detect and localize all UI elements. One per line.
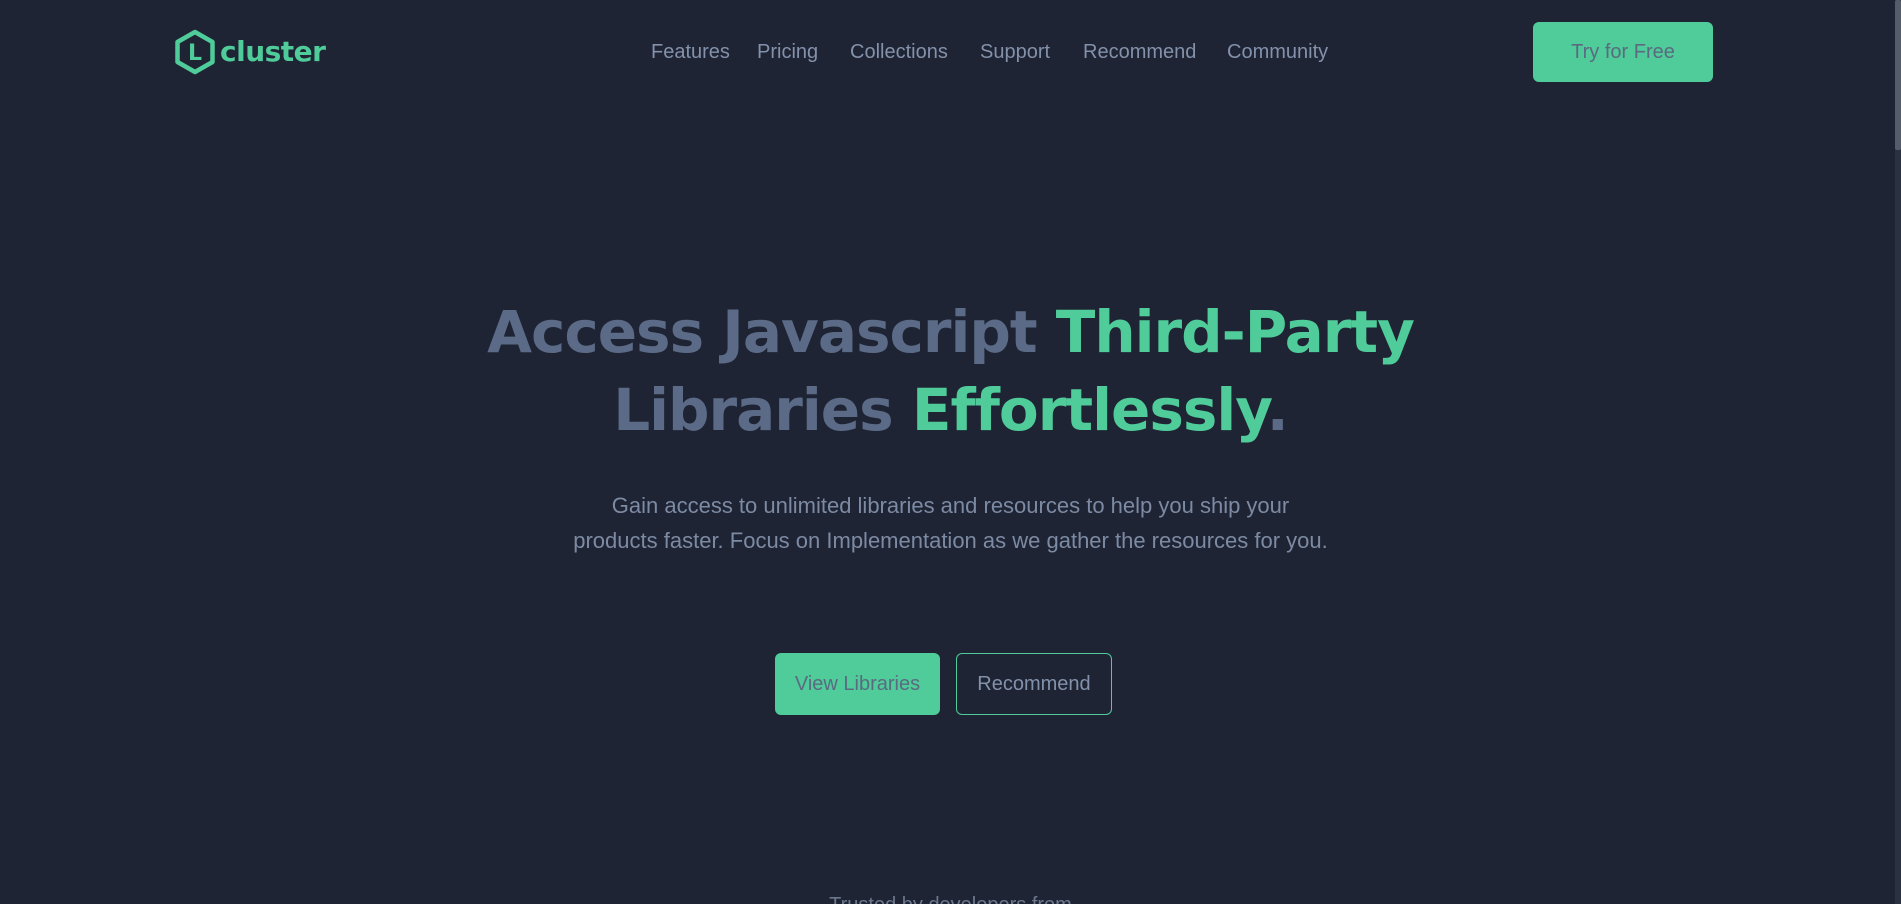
hero-title: Access Javascript Third-Party Libraries … — [0, 293, 1901, 449]
nav-support[interactable]: Support — [980, 38, 1050, 66]
nav-pricing[interactable]: Pricing — [757, 38, 818, 66]
nav-community[interactable]: Community — [1227, 38, 1328, 66]
hero-subtitle: Gain access to unlimited libraries and r… — [573, 493, 1328, 553]
nav-features[interactable]: Features — [651, 38, 730, 66]
scrollbar-thumb[interactable] — [1895, 0, 1901, 150]
hero-title-accent2: Effortlessly — [911, 376, 1268, 444]
try-for-free-button[interactable]: Try for Free — [1533, 22, 1713, 82]
trusted-by-text: Trusted by developers from — [0, 893, 1901, 904]
nav-recommend[interactable]: Recommend — [1083, 38, 1196, 66]
page: L cluster Features Pricing Collections S… — [0, 0, 1901, 904]
hero-title-part2: Libraries — [613, 376, 912, 444]
hero-title-end: . — [1266, 376, 1289, 444]
recommend-button[interactable]: Recommend — [956, 653, 1112, 715]
nav-collections[interactable]: Collections — [850, 38, 948, 66]
view-libraries-button[interactable]: View Libraries — [775, 653, 940, 715]
scrollbar[interactable] — [1895, 0, 1901, 904]
hero-title-part1: Access Javascript — [487, 298, 1056, 366]
hero-title-accent1: Third-Party — [1055, 298, 1415, 366]
